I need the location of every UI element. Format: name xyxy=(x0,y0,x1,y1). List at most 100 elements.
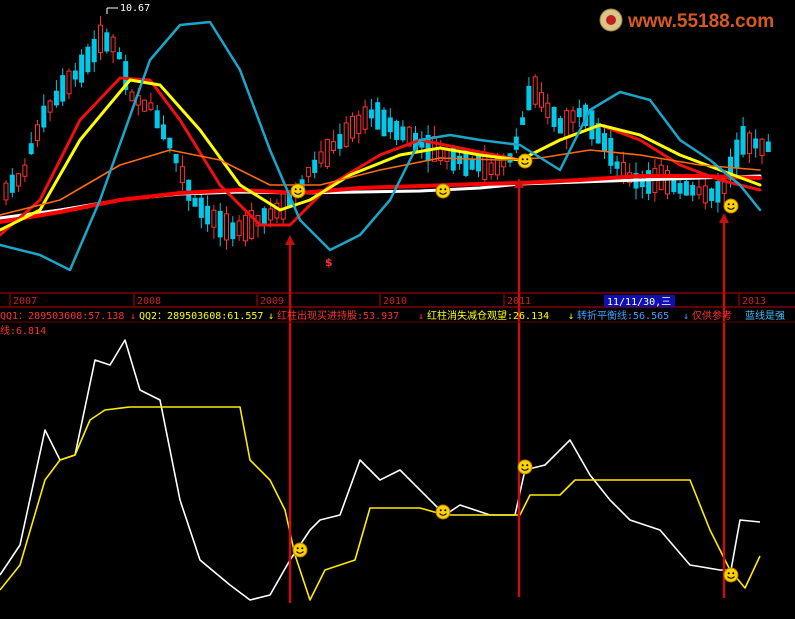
candle-down xyxy=(381,109,387,137)
candle-down xyxy=(457,155,463,165)
legend-balance: 转折平衡线:56.565 xyxy=(577,309,669,322)
legend-row: QQ1：289503608:57.138 ↓ QQ2：289503608:61.… xyxy=(0,309,785,322)
year-label: 2013 xyxy=(742,296,766,307)
candle-up xyxy=(759,138,765,156)
candle-up xyxy=(702,185,708,204)
candle-down xyxy=(602,133,607,152)
dollar-mark: $ xyxy=(325,256,333,269)
candle-down xyxy=(614,161,620,169)
smiley-marker-icon xyxy=(290,183,306,199)
candle-down xyxy=(205,205,211,225)
year-label: 2010 xyxy=(383,296,407,307)
candle-down xyxy=(198,197,204,218)
candle-up xyxy=(142,99,148,112)
legend-qq2-arrow: ↓ xyxy=(268,311,274,322)
candle-down xyxy=(85,46,91,73)
candle-down xyxy=(154,110,160,129)
candle-up xyxy=(110,36,116,53)
candle-down xyxy=(639,180,645,188)
candle-down xyxy=(476,155,481,172)
legend-buy-arrow: ↓ xyxy=(418,311,424,322)
candle-down xyxy=(9,174,15,193)
candle-down xyxy=(161,124,166,140)
candle-up xyxy=(696,186,702,196)
candle-up xyxy=(570,110,576,123)
candle-down xyxy=(677,183,683,194)
candle-down xyxy=(375,102,381,130)
candle-up xyxy=(545,102,551,119)
candle-up xyxy=(350,115,355,139)
candle-down xyxy=(72,70,78,80)
cursor-date-label: 11/11/30,三 xyxy=(607,297,671,308)
candle-down xyxy=(230,222,236,240)
candle-down xyxy=(715,181,721,203)
candle-up xyxy=(148,102,154,110)
candle-up xyxy=(746,132,752,155)
candle-up xyxy=(268,208,274,221)
candle-down xyxy=(312,159,318,173)
candle-down xyxy=(217,210,223,238)
legend-qq1-arrow: ↓ xyxy=(130,311,136,322)
candle-down xyxy=(683,181,689,196)
candle-up xyxy=(35,124,40,142)
legend-sell: 红柱消失减仓观望:26.134 xyxy=(427,309,549,322)
candle-down xyxy=(337,134,343,149)
legend-qq1: QQ1：289503608:57.138 xyxy=(0,311,124,322)
smiley-marker-icon xyxy=(435,183,451,199)
candle-down xyxy=(53,90,59,106)
year-label: 2007 xyxy=(13,296,37,307)
candle-up xyxy=(532,76,538,105)
smiley-marker-icon xyxy=(517,153,533,169)
legend-qq2: QQ2：289503608:61.557 xyxy=(139,311,263,322)
candle-down xyxy=(576,108,582,118)
candle-up xyxy=(47,100,53,113)
legend-balance-arrow: ↓ xyxy=(683,311,689,322)
candle-up xyxy=(318,151,324,164)
legend-buy: 红柱出现买进持股:53.937 xyxy=(277,309,399,322)
candle-down xyxy=(557,118,563,134)
smiley-marker-icon xyxy=(435,504,451,520)
candle-down xyxy=(740,125,746,155)
candle-down xyxy=(186,179,192,201)
candle-up xyxy=(331,141,337,152)
smiley-marker-icon xyxy=(723,567,739,583)
candle-up xyxy=(3,182,9,201)
candle-down xyxy=(765,141,771,152)
candle-up xyxy=(16,173,22,187)
candle-down xyxy=(387,117,393,133)
candle-down xyxy=(526,85,532,111)
candle-down xyxy=(690,185,696,196)
year-label: 2009 xyxy=(260,296,284,307)
candle-down xyxy=(60,75,66,102)
candle-down xyxy=(400,126,406,141)
candle-down xyxy=(167,137,173,149)
watermark-text: www.55188.com xyxy=(627,11,774,32)
candle-down xyxy=(116,52,122,60)
candle-down xyxy=(709,188,715,201)
candle-down xyxy=(104,32,110,52)
candle-up xyxy=(98,24,103,53)
candle-up xyxy=(482,153,488,181)
candle-up xyxy=(129,91,135,102)
candle-down xyxy=(28,143,34,155)
legend-blue: 蓝线是强 xyxy=(745,309,785,322)
candle-down xyxy=(261,208,267,227)
candle-down xyxy=(79,54,85,83)
candle-up xyxy=(242,214,248,242)
candle-up xyxy=(22,164,28,177)
candle-down xyxy=(394,121,400,140)
candle-up xyxy=(179,166,185,184)
candle-up xyxy=(66,70,72,95)
candle-up xyxy=(224,213,229,241)
candle-up xyxy=(280,192,286,220)
candle-down xyxy=(91,38,97,63)
year-label: 2008 xyxy=(137,296,161,307)
candle-down xyxy=(734,139,740,169)
candle-up xyxy=(539,92,544,108)
smiley-marker-icon xyxy=(517,459,533,475)
candle-up xyxy=(236,220,242,237)
candle-down xyxy=(469,159,475,170)
candle-up xyxy=(324,139,330,167)
candle-up xyxy=(564,110,570,139)
candle-down xyxy=(192,197,198,207)
